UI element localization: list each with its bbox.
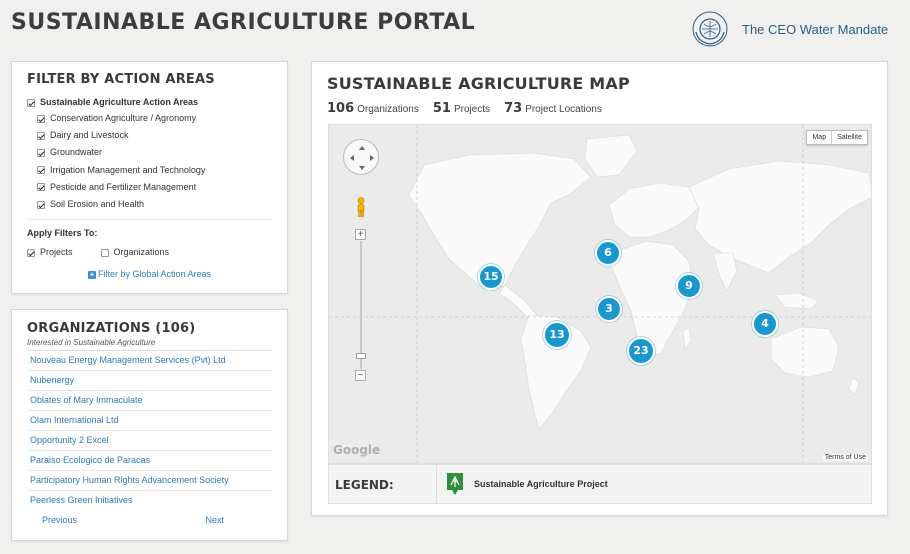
page-title: SUSTAINABLE AGRICULTURE PORTAL — [11, 10, 476, 35]
organizations-list: Nouveau Energy Management Services (Pvt)… — [27, 351, 272, 511]
map-cluster-central-africa[interactable]: 3 — [596, 296, 622, 322]
filter-root-option[interactable]: Sustainable Agriculture Action Areas — [27, 97, 272, 107]
filter-item-label: Groundwater — [50, 147, 103, 158]
map-stats: 106 Organizations 51 Projects 73 Project Lo… — [327, 99, 872, 117]
pan-control[interactable] — [343, 139, 379, 175]
filter-item-label: Soil Erosion and Health — [50, 198, 145, 209]
list-item[interactable]: Olam International Ltd — [27, 411, 272, 431]
legend-item-label: Sustainable Agriculture Project — [474, 479, 608, 489]
divider — [27, 219, 272, 221]
pagination: Previous Next — [27, 511, 272, 525]
map-type-map-button[interactable]: Map — [807, 131, 831, 144]
legend-item: Sustainable Agriculture Project — [445, 471, 608, 497]
apply-organizations-checkbox[interactable] — [100, 248, 109, 257]
filter-checkbox[interactable] — [37, 200, 45, 209]
stat-value: 51 — [432, 101, 451, 116]
filter-item-conservation[interactable]: Conservation Agriculture / Agronomy — [37, 110, 272, 127]
apply-option-projects[interactable]: Projects — [27, 247, 73, 257]
list-item[interactable]: Participatory Human Rights Advancement S… — [27, 471, 272, 491]
street-view-pegman-icon[interactable] — [355, 197, 367, 217]
list-item[interactable]: Oblates of Mary Immaculate — [27, 391, 272, 411]
logo-text: The CEO Water Mandate — [742, 21, 889, 37]
stat-projects: 51 Projects — [433, 99, 490, 117]
world-map[interactable]: Map Satellite + − 15 6 9 3 13 23 4 Googl… — [328, 124, 872, 464]
filter-panel: FILTER BY ACTION AREAS Sustainable Agric… — [11, 61, 288, 294]
list-item[interactable]: Nouveau Energy Management Services (Pvt)… — [27, 351, 272, 371]
filter-panel-title: FILTER BY ACTION AREAS — [27, 72, 215, 87]
stat-label: Organizations — [357, 104, 419, 115]
filter-item-irrigation[interactable]: Irrigation Management and Technology — [37, 162, 272, 179]
global-link-label: Filter by Global Action Areas — [97, 269, 212, 280]
world-map-graphic — [329, 125, 871, 463]
zoom-out-button[interactable]: − — [355, 370, 366, 381]
apply-option-label: Organizations — [113, 247, 170, 258]
map-cluster-australia[interactable]: 4 — [752, 311, 778, 337]
filter-list: Conservation Agriculture / Agronomy Dair… — [27, 110, 272, 213]
apply-option-organizations[interactable]: Organizations — [100, 247, 170, 258]
organizations-panel: ORGANIZATIONS (106) Interested in Sustai… — [11, 309, 288, 541]
filter-item-label: Irrigation Management and Technology — [50, 164, 206, 175]
stat-organizations: 106 Organizations — [327, 99, 419, 117]
map-title: SUSTAINABLE AGRICULTURE MAP — [327, 74, 630, 93]
map-type-satellite-button[interactable]: Satellite — [831, 131, 867, 144]
google-logo[interactable]: Google — [333, 443, 380, 457]
map-panel: SUSTAINABLE AGRICULTURE MAP 106 Organizat… — [311, 61, 888, 516]
map-cluster-south-america[interactable]: 13 — [543, 321, 571, 349]
terms-of-use-link[interactable]: Terms of Use — [822, 454, 868, 461]
map-cluster-southern-africa[interactable]: 23 — [627, 337, 655, 365]
apply-filters-label: Apply Filters To: — [27, 228, 98, 239]
filter-item-dairy[interactable]: Dairy and Livestock — [37, 127, 272, 144]
stat-value: 106 — [327, 101, 355, 116]
map-cluster-north-america[interactable]: 15 — [478, 264, 504, 290]
map-cluster-europe[interactable]: 6 — [595, 240, 621, 266]
filter-item-label: Pesticide and Fertilizer Management — [50, 181, 197, 192]
next-link[interactable]: Next — [205, 515, 224, 525]
stat-label: Projects — [453, 104, 491, 115]
list-item[interactable]: Peerless Green Initiatives — [27, 491, 272, 511]
pan-arrows-icon — [350, 146, 374, 170]
filter-item-label: Conservation Agriculture / Agronomy — [50, 113, 197, 123]
ceo-water-mandate-logo[interactable]: The CEO Water Mandate — [690, 10, 888, 48]
filter-checkbox[interactable] — [37, 183, 45, 192]
apply-option-label: Projects — [40, 247, 73, 258]
map-cluster-south-asia[interactable]: 9 — [676, 273, 702, 299]
stat-value: 73 — [504, 101, 523, 116]
plus-icon: + — [87, 269, 96, 279]
organizations-subtitle: Interested in Sustainable Agriculture — [27, 338, 272, 351]
filter-root-label: Sustainable Agriculture Action Areas — [40, 97, 199, 107]
organizations-title: ORGANIZATIONS (106) — [27, 321, 196, 336]
list-item[interactable]: Nubenergy — [27, 371, 272, 391]
map-legend: LEGEND: Sustainable Agriculture Project — [328, 464, 872, 504]
filter-item-soil[interactable]: Soil Erosion and Health — [37, 196, 272, 213]
global-action-areas-link[interactable]: + Filter by Global Action Areas — [27, 269, 272, 279]
un-global-compact-emblem-icon — [692, 11, 728, 47]
list-item[interactable]: Opportunity 2 Excel — [27, 431, 272, 451]
filter-item-label: Dairy and Livestock — [50, 130, 129, 141]
apply-filters-options: Projects Organizations — [27, 247, 272, 257]
filter-checkbox[interactable] — [37, 166, 45, 175]
filter-item-groundwater[interactable]: Groundwater — [37, 144, 272, 161]
filter-root-checkbox[interactable] — [27, 98, 35, 107]
list-item[interactable]: Paraiso Ecologico de Paracas — [27, 451, 272, 471]
filter-checkbox[interactable] — [37, 131, 45, 140]
previous-link[interactable]: Previous — [42, 515, 77, 525]
agriculture-project-marker-icon — [447, 473, 463, 495]
zoom-in-button[interactable]: + — [355, 229, 366, 240]
zoom-slider-handle[interactable] — [356, 353, 366, 359]
apply-projects-checkbox[interactable] — [27, 248, 35, 257]
filter-item-pesticide[interactable]: Pesticide and Fertilizer Management — [37, 179, 272, 196]
filter-checkbox[interactable] — [37, 149, 45, 157]
legend-title: LEGEND: — [329, 465, 437, 503]
map-type-control: Map Satellite — [806, 130, 868, 145]
stat-project-locations: 73 Project Locations — [504, 99, 602, 117]
filter-checkbox[interactable] — [37, 114, 45, 123]
zoom-slider-track[interactable] — [360, 241, 362, 369]
stat-label: Project Locations — [525, 104, 602, 115]
